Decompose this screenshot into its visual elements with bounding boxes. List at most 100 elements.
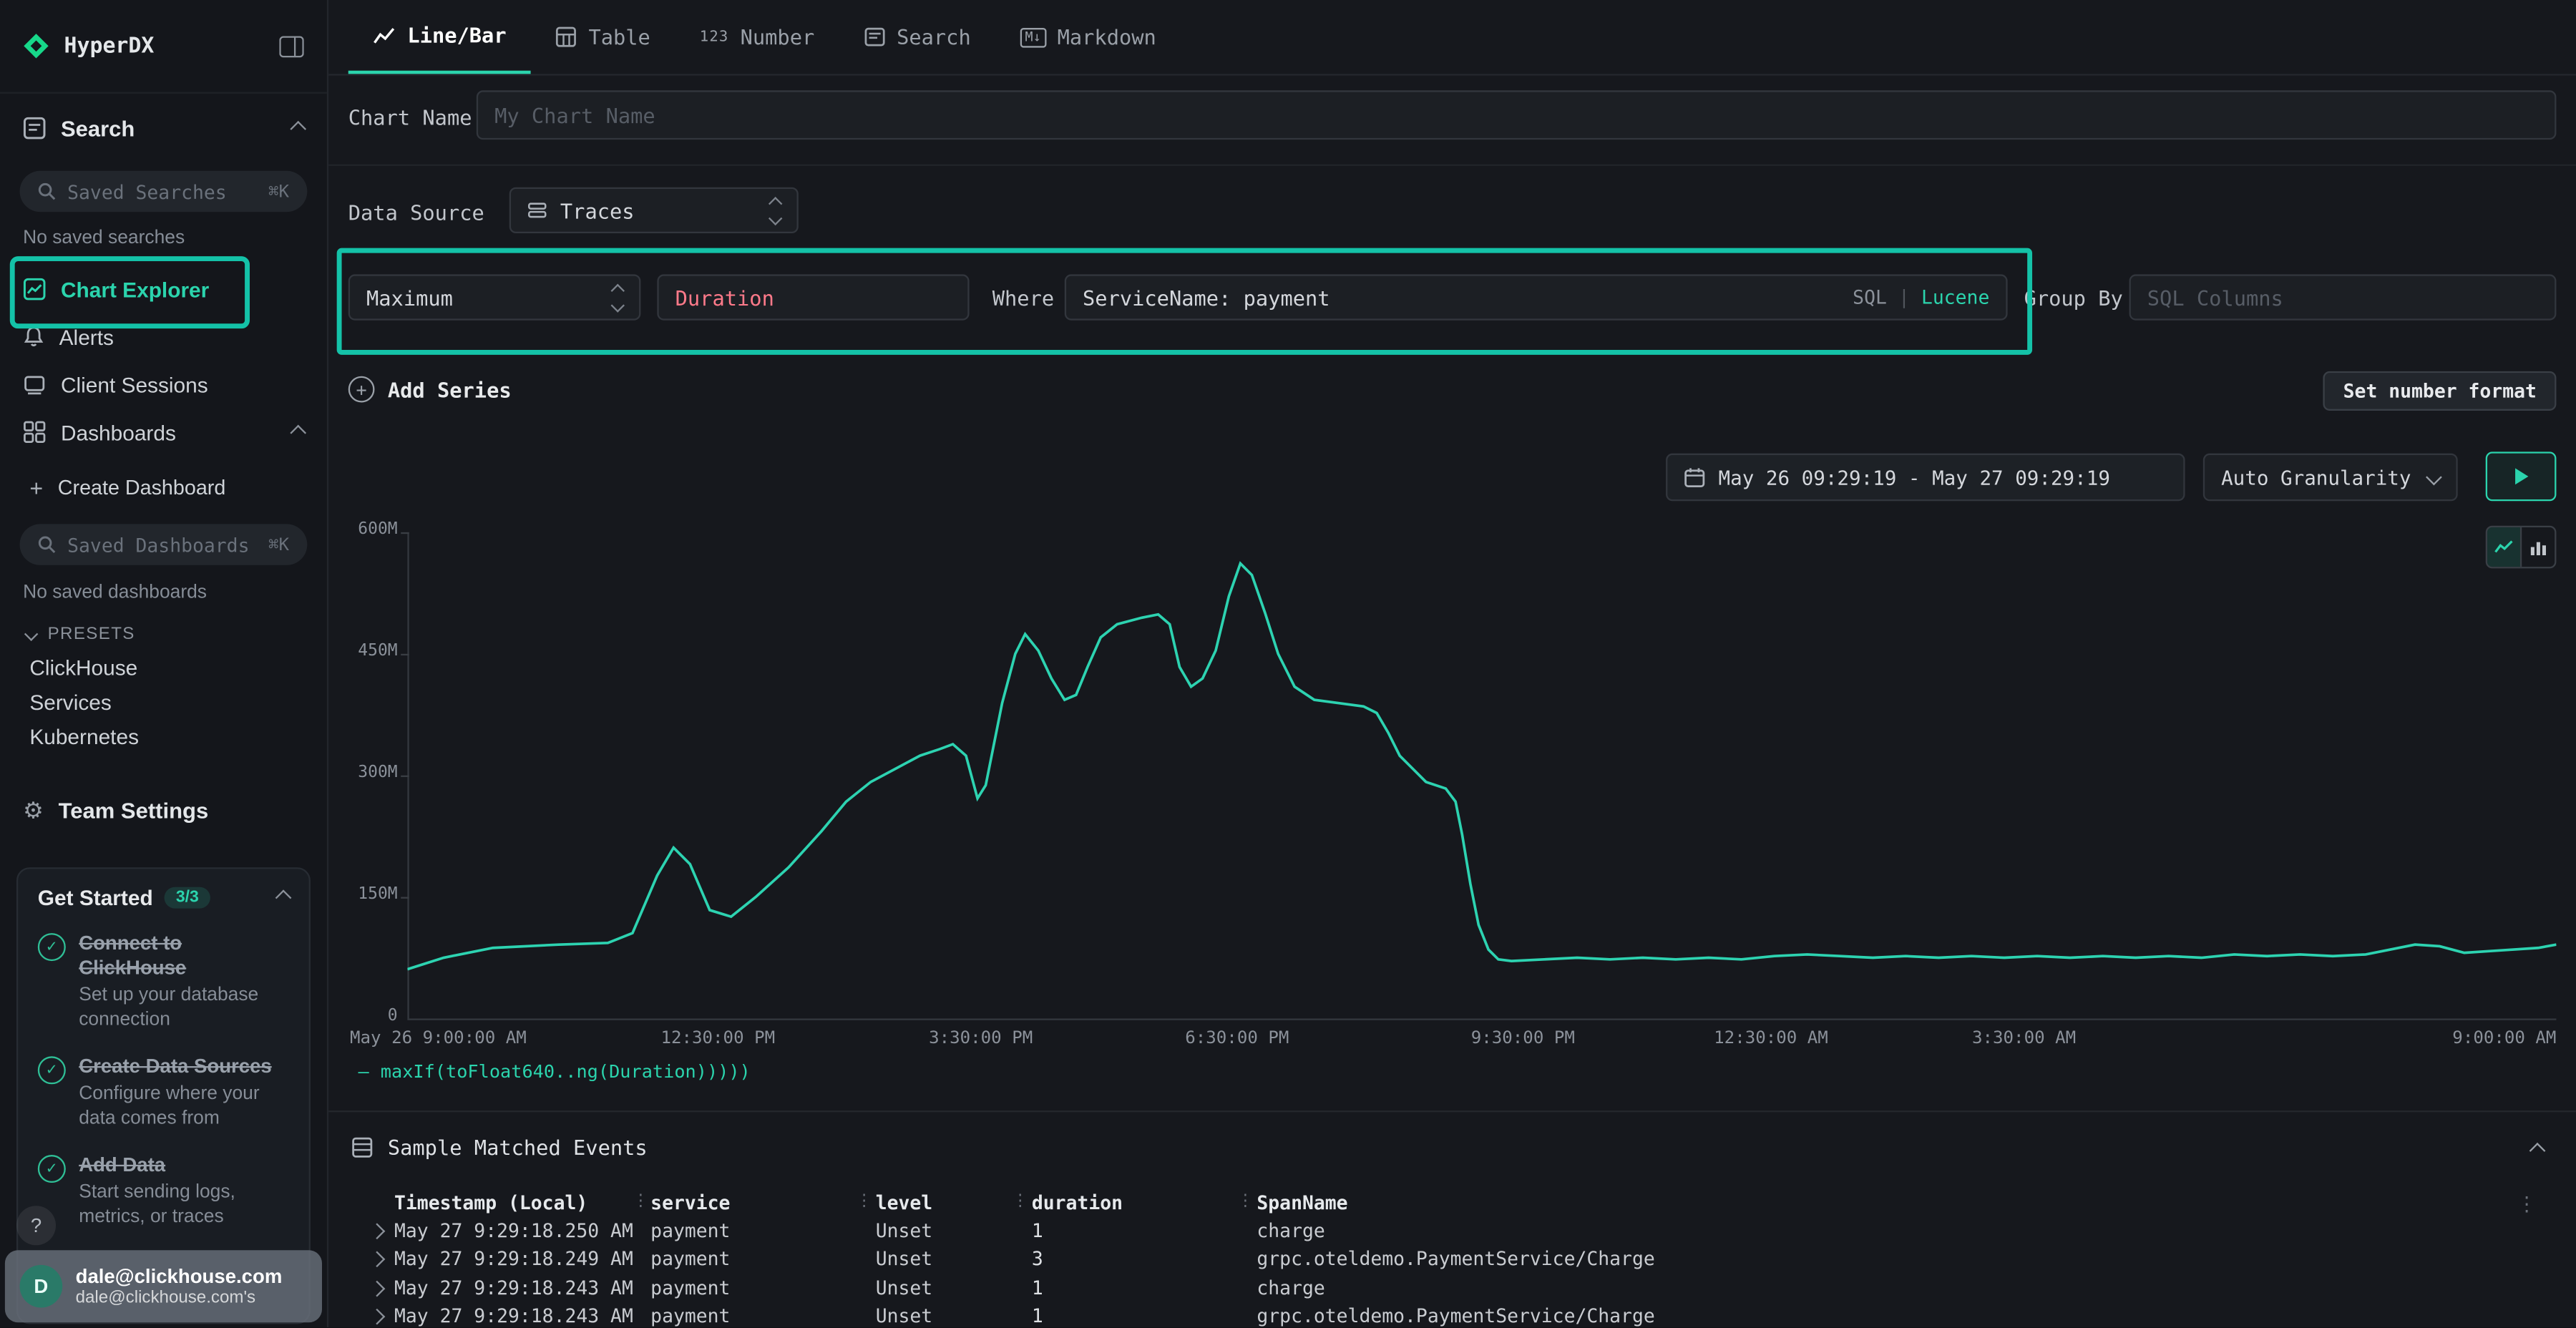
cell-duration: 1	[1032, 1304, 1043, 1327]
sidebar-item-dashboards[interactable]: Dashboards	[0, 409, 327, 455]
tab-number[interactable]: 123 Number	[675, 0, 839, 74]
chart-canvas[interactable]	[407, 522, 2556, 1018]
sidebar-item-chart-explorer[interactable]: Chart Explorer	[0, 266, 327, 312]
sidebar-item-label: Chart Explorer	[61, 277, 209, 301]
collapse-panel-icon[interactable]	[2529, 1143, 2546, 1159]
column-header-duration[interactable]: duration	[1032, 1191, 1123, 1214]
cell-spanname: grpc.oteldemo.PaymentService/Charge	[1257, 1304, 1654, 1327]
sidebar-section-search[interactable]: Search	[0, 105, 327, 151]
presets-label: PRESETS	[48, 624, 135, 644]
expand-row-icon[interactable]	[369, 1281, 386, 1297]
sidebar: HyperDX Search Saved Searches ⌘K No save…	[0, 0, 328, 1327]
preset-label: Kubernetes	[29, 723, 139, 748]
chevron-up-icon[interactable]	[290, 424, 306, 440]
date-range-input[interactable]: May 26 09:29:19 - May 27 09:29:19	[1666, 454, 2185, 502]
chevron-up-icon[interactable]	[275, 889, 292, 906]
saved-dashboards-input[interactable]: Saved Dashboards ⌘K	[20, 524, 308, 565]
get-started-item-subtitle: Start sending logs, metrics, or traces	[79, 1181, 289, 1230]
table-menu-icon[interactable]: ⋮	[2517, 1193, 2537, 1216]
collapse-sidebar-icon[interactable]	[279, 35, 303, 57]
preset-item-kubernetes[interactable]: Kubernetes	[0, 720, 327, 753]
tab-label: Search	[897, 24, 971, 49]
user-menu[interactable]: D dale@clickhouse.com dale@clickhouse.co…	[5, 1250, 322, 1322]
where-input[interactable]: ServiceName: payment SQL | Lucene	[1065, 274, 2008, 320]
get-started-item[interactable]: ✓ Add Data Start sending logs, metrics, …	[38, 1153, 289, 1230]
tab-line-bar[interactable]: Line/Bar	[348, 0, 531, 74]
cell-level: Unset	[876, 1276, 932, 1299]
section-divider	[328, 165, 2576, 166]
expand-row-icon[interactable]	[369, 1309, 386, 1325]
get-started-title: Get Started	[38, 885, 153, 909]
no-saved-dashboards-text: No saved dashboards	[23, 583, 207, 603]
tab-markdown[interactable]: M↓ Markdown	[995, 0, 1181, 74]
column-handle-icon[interactable]: ⋮	[1237, 1193, 1254, 1211]
plus-icon: +	[29, 475, 43, 502]
sidebar-item-alerts[interactable]: Alerts	[0, 314, 327, 360]
sidebar-item-team-settings[interactable]: ⚙ Team Settings	[0, 785, 327, 834]
line-chart-icon	[373, 24, 396, 47]
column-header-level[interactable]: level	[876, 1191, 932, 1214]
aggregation-value: Maximum	[366, 285, 453, 309]
create-dashboard-button[interactable]: + Create Dashboard	[0, 468, 327, 507]
sql-toggle[interactable]: SQL	[1853, 285, 1887, 308]
column-header-spanname[interactable]: SpanName	[1257, 1191, 1347, 1214]
cell-spanname: charge	[1257, 1219, 1324, 1242]
no-saved-searches-text: No saved searches	[23, 228, 185, 248]
y-tick-label: 450M	[342, 643, 398, 660]
add-series-button[interactable]: + Add Series	[348, 376, 512, 403]
column-handle-icon[interactable]: ⋮	[856, 1193, 872, 1211]
cell-level: Unset	[876, 1304, 932, 1327]
data-source-select[interactable]: Traces	[509, 187, 799, 233]
table-icon	[556, 26, 577, 48]
sidebar-item-client-sessions[interactable]: Client Sessions	[0, 361, 327, 407]
search-list-icon	[864, 26, 885, 48]
chart-explorer-icon	[23, 278, 46, 301]
granularity-select[interactable]: Auto Granularity	[2203, 454, 2458, 502]
cell-level: Unset	[876, 1247, 932, 1270]
get-started-item-title: Connect to ClickHouse	[79, 932, 289, 981]
user-text: dale@clickhouse.com dale@clickhouse.com'…	[76, 1265, 283, 1308]
x-tick-label: 9:30:00 PM	[1471, 1028, 1575, 1048]
cell-level: Unset	[876, 1219, 932, 1242]
column-handle-icon[interactable]: ⋮	[633, 1193, 649, 1211]
preset-label: Services	[29, 689, 111, 713]
saved-searches-input[interactable]: Saved Searches ⌘K	[20, 171, 308, 212]
chart-name-input[interactable]	[477, 90, 2557, 140]
bell-icon	[23, 326, 44, 348]
y-tick-label: 0	[342, 1007, 398, 1025]
get-started-item[interactable]: ✓ Create Data Sources Configure where yo…	[38, 1055, 289, 1132]
get-started-header[interactable]: Get Started 3/3	[38, 885, 289, 909]
markdown-icon: M↓	[1020, 27, 1046, 47]
set-number-format-button[interactable]: Set number format	[2323, 371, 2556, 411]
data-source-label: Data Source	[348, 200, 484, 225]
calendar-icon	[1684, 467, 1705, 488]
tab-search[interactable]: Search	[839, 0, 995, 74]
column-header-service[interactable]: service	[650, 1191, 730, 1214]
saved-dashboards-placeholder: Saved Dashboards	[67, 533, 249, 556]
sample-events-header[interactable]: Sample Matched Events	[351, 1135, 647, 1159]
run-query-button[interactable]	[2486, 451, 2557, 501]
tab-label: Table	[588, 24, 650, 49]
column-handle-icon[interactable]: ⋮	[1012, 1193, 1028, 1211]
presets-toggle[interactable]: PRESETS	[0, 617, 327, 650]
chevron-up-icon[interactable]	[290, 120, 306, 137]
brand-name: HyperDX	[64, 34, 155, 58]
expand-row-icon[interactable]	[369, 1223, 386, 1239]
get-started-item-text: Connect to ClickHouse Set up your databa…	[79, 932, 289, 1033]
column-header-timestamp[interactable]: Timestamp (Local)	[394, 1191, 587, 1214]
chart-legend[interactable]: — maxIf(toFloat640..ng(Duration)))))	[358, 1061, 751, 1083]
preset-item-services[interactable]: Services	[0, 685, 327, 718]
expand-row-icon[interactable]	[369, 1251, 386, 1267]
get-started-item-text: Add Data Start sending logs, metrics, or…	[79, 1153, 289, 1230]
preset-item-clickhouse[interactable]: ClickHouse	[0, 650, 327, 683]
get-started-badge: 3/3	[165, 887, 210, 909]
aggregation-select[interactable]: Maximum	[348, 274, 641, 320]
help-button[interactable]: ?	[16, 1206, 56, 1245]
get-started-item[interactable]: ✓ Connect to ClickHouse Set up your data…	[38, 932, 289, 1033]
lucene-toggle[interactable]: Lucene	[1921, 285, 1989, 308]
shortcut-badge: ⌘K	[268, 182, 289, 202]
field-input[interactable]	[657, 274, 969, 320]
group-by-input[interactable]	[2129, 274, 2557, 320]
y-tick-label: 150M	[342, 885, 398, 903]
tab-table[interactable]: Table	[531, 0, 675, 74]
